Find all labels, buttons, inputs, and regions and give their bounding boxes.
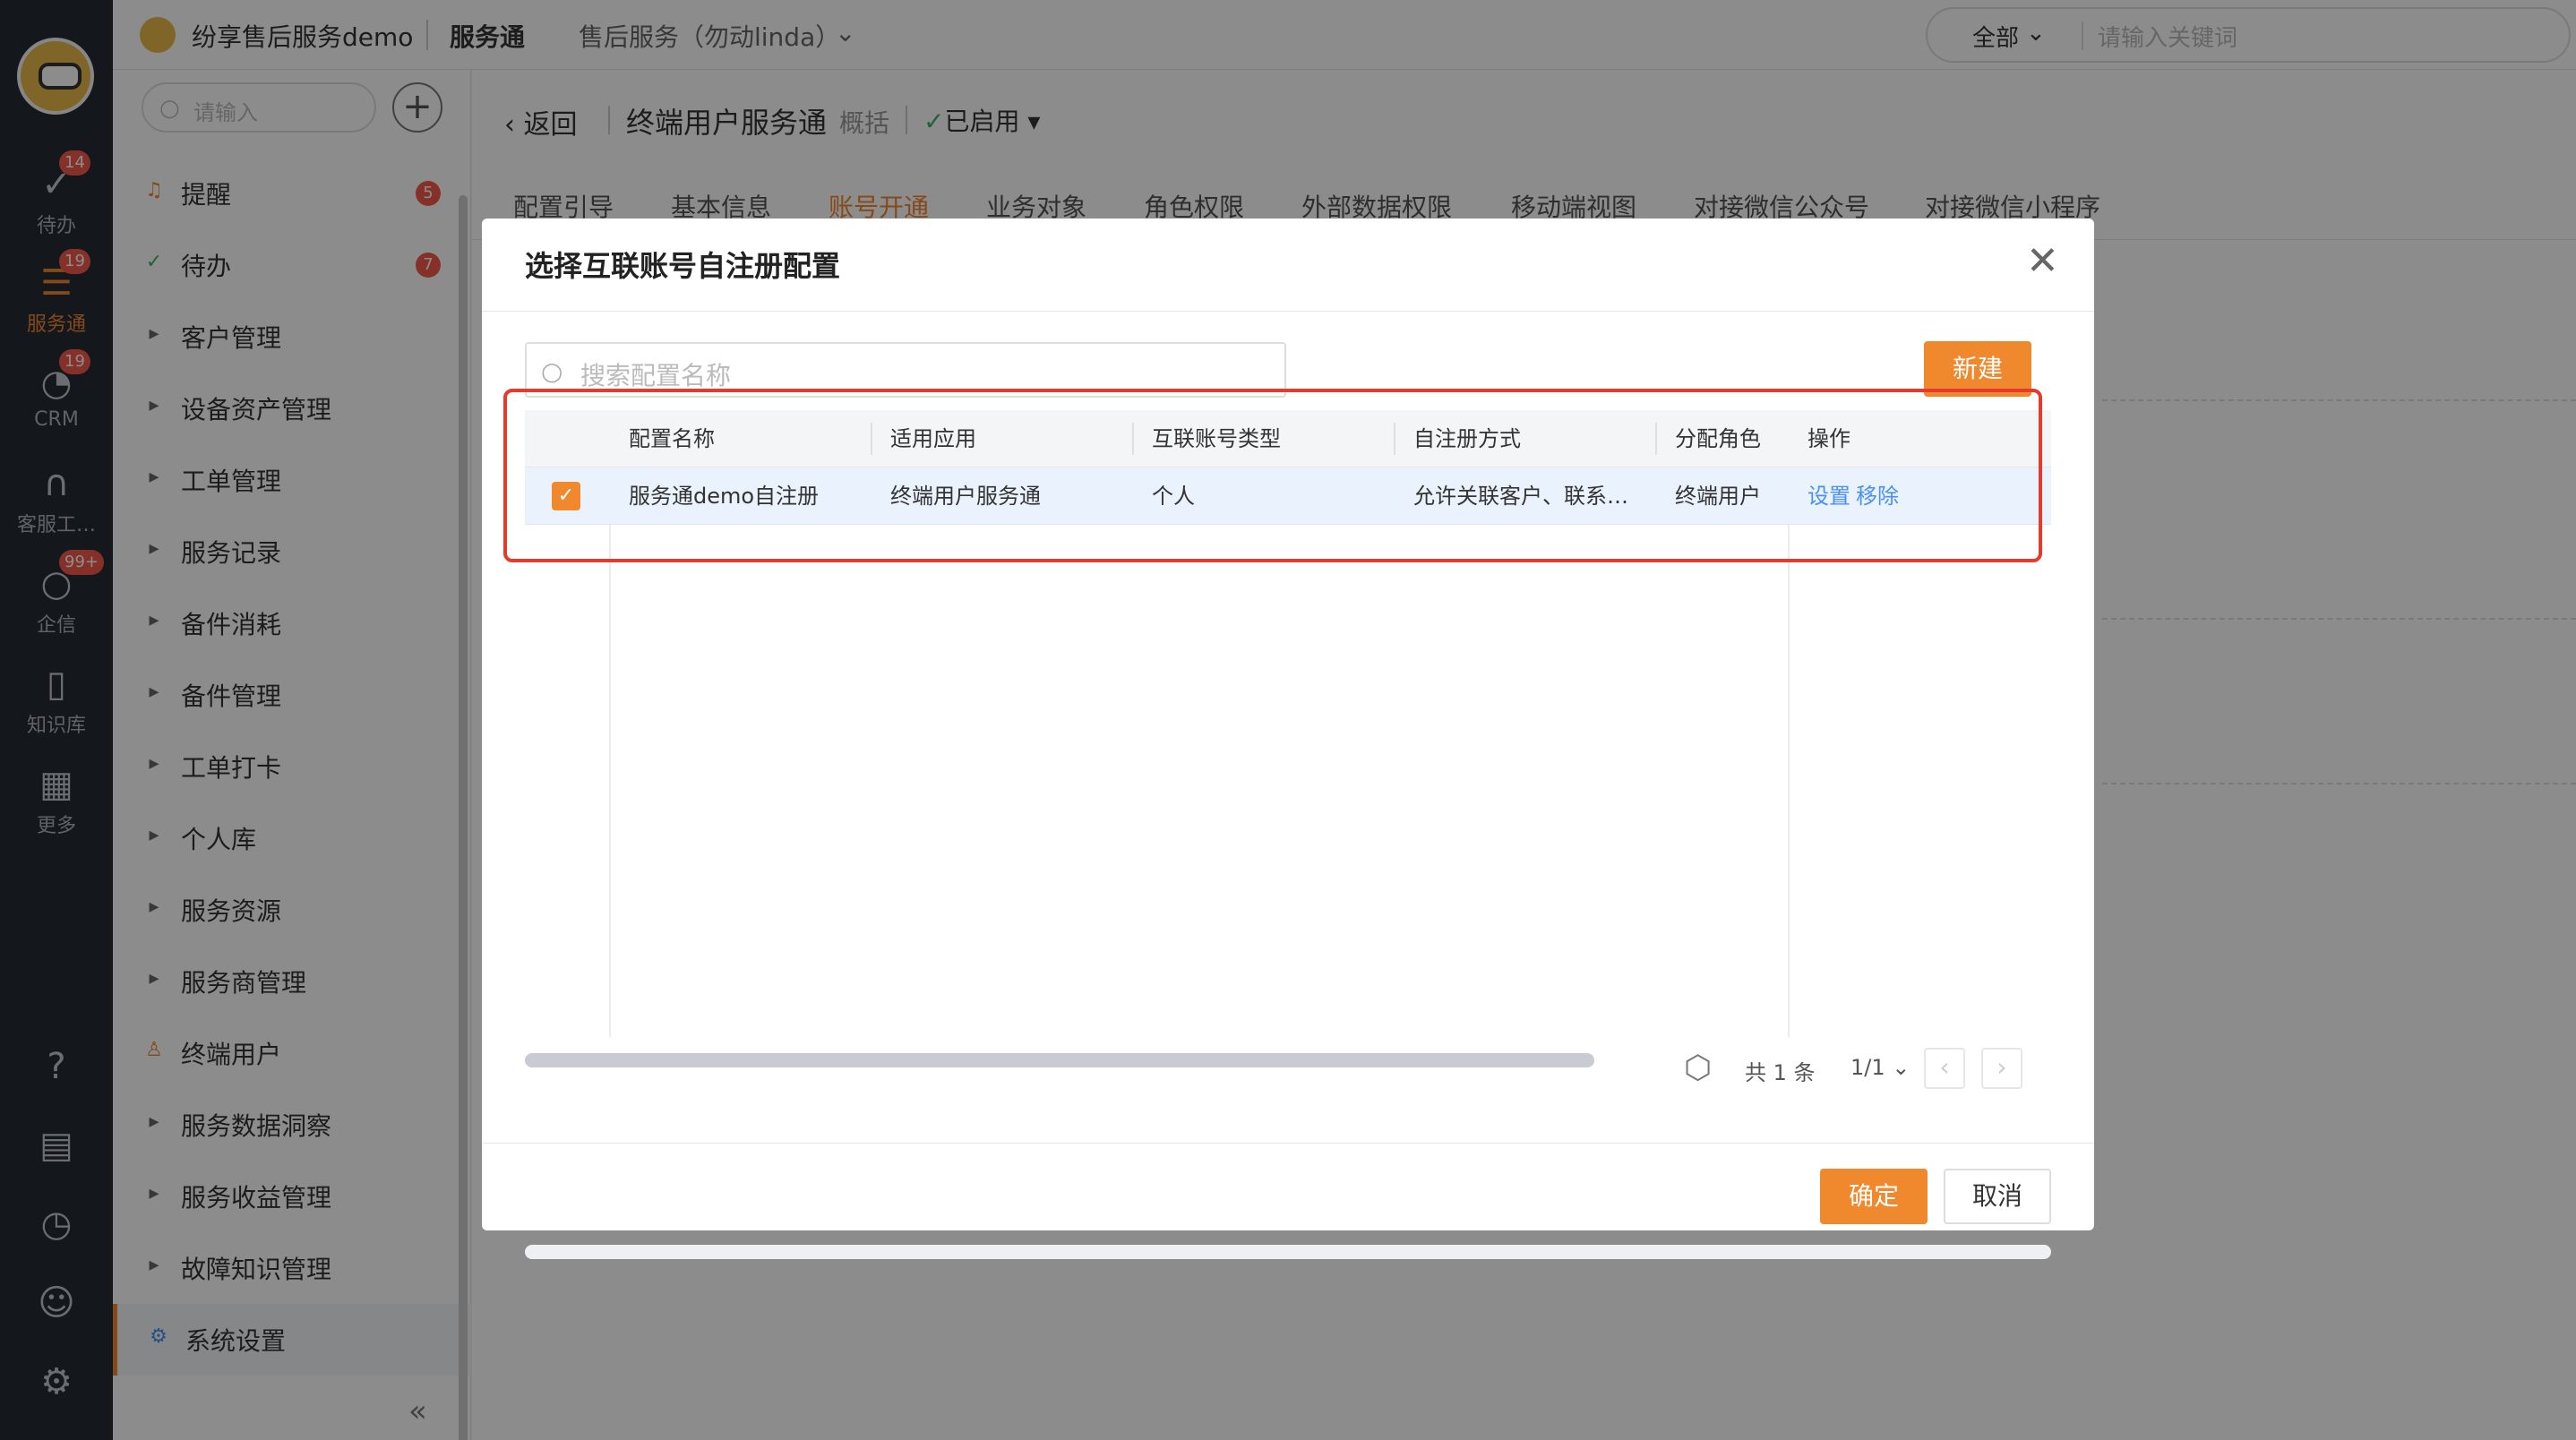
dialog-title: 选择互联账号自注册配置 (525, 249, 841, 283)
next-page-button[interactable]: › (1981, 1048, 2022, 1089)
pager-total: 共 1 条 (1745, 1060, 1816, 1085)
highlight-box (503, 389, 2042, 562)
table-settings-icon[interactable]: ⬡ (1684, 1050, 1712, 1086)
prev-page-button[interactable]: ‹ (1924, 1048, 1965, 1089)
pager-page-select[interactable]: 1/1 ⌄ (1850, 1055, 1910, 1080)
horizontal-scrollbar[interactable] (525, 1245, 2051, 1259)
close-icon[interactable]: ✕ (2026, 240, 2059, 283)
chevron-down-icon: ⌄ (1892, 1055, 1911, 1080)
confirm-button[interactable]: 确定 (1820, 1169, 1928, 1224)
scrollbar-thumb[interactable] (525, 1053, 1594, 1067)
select-config-dialog: 选择互联账号自注册配置 ✕ ○ 搜索配置名称 新建 配置名称 适用应用 互联账号… (482, 219, 2094, 1259)
search-icon: ○ (541, 356, 563, 386)
dialog-footer: 确定 取消 (482, 1143, 2094, 1230)
dialog-header: 选择互联账号自注册配置 ✕ (482, 219, 2094, 312)
cancel-button[interactable]: 取消 (1944, 1169, 2051, 1224)
